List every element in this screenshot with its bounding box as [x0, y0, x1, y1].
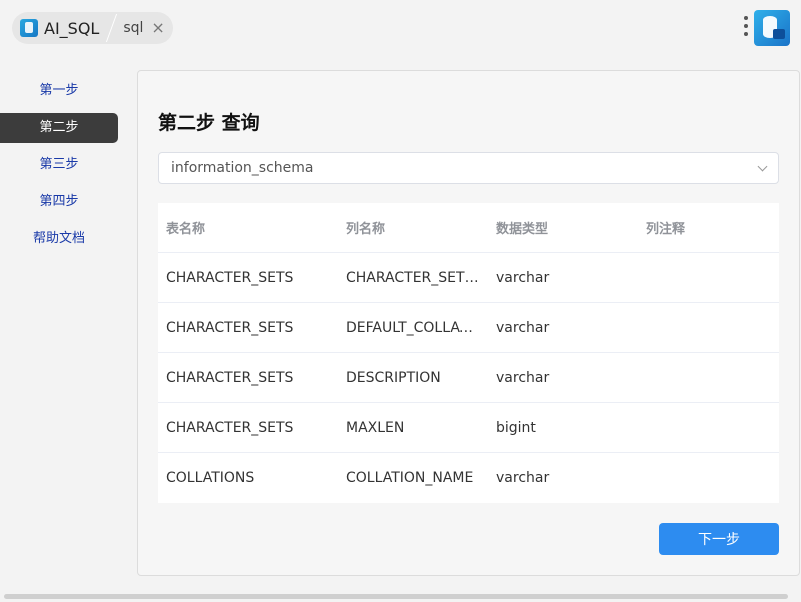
table-row[interactable]: CHARACTER_SETS MAXLEN bigint: [158, 403, 779, 453]
table-cell: varchar: [496, 369, 550, 386]
page-title: 第二步 查询: [158, 112, 260, 134]
main-panel: 第二步 查询 information_schema 表名称 列名称 数据类型 列…: [137, 70, 800, 576]
table-cell: DESCRIPTION: [346, 369, 441, 386]
sidebar-item-step-1[interactable]: 第一步: [0, 76, 118, 106]
table-row[interactable]: CHARACTER_SETS DEFAULT_COLLATE_NAME varc…: [158, 303, 779, 353]
table-row[interactable]: CHARACTER_SETS CHARACTER_SET_NAME varcha…: [158, 253, 779, 303]
breadcrumb-tab-label: sql: [123, 20, 144, 36]
table-cell: varchar: [496, 319, 550, 336]
sidebar-item-step-2[interactable]: 第二步: [0, 113, 118, 143]
close-icon[interactable]: ×: [151, 19, 164, 36]
table-cell: CHARACTER_SETS: [166, 269, 294, 286]
table-cell: COLLATION_NAME: [346, 470, 474, 486]
sidebar-item-step-3[interactable]: 第三步: [0, 150, 118, 180]
column-header-column-comment[interactable]: 列注释: [638, 218, 779, 237]
more-vertical-icon[interactable]: [742, 16, 750, 40]
table-cell: MAXLEN: [346, 419, 405, 436]
table-row[interactable]: COLLATIONS COLLATION_NAME varchar: [158, 453, 779, 503]
table-row[interactable]: CHARACTER_SETS DESCRIPTION varchar: [158, 353, 779, 403]
app-database-icon: [20, 19, 38, 37]
horizontal-scrollbar[interactable]: [4, 594, 788, 599]
breadcrumb: AI_SQL sql ×: [12, 12, 173, 44]
table-cell: CHARACTER_SET_NAME: [346, 269, 488, 286]
table-cell: varchar: [496, 470, 550, 486]
table-cell: CHARACTER_SETS: [166, 319, 294, 336]
column-header-column-name[interactable]: 列名称: [338, 218, 488, 237]
sidebar-item-step-4[interactable]: 第四步: [0, 187, 118, 217]
table-cell: DEFAULT_COLLATE_NAME: [346, 319, 488, 336]
table-cell: varchar: [496, 269, 550, 286]
column-header-table-name[interactable]: 表名称: [158, 218, 338, 237]
table-cell: bigint: [496, 419, 536, 436]
columns-table: 表名称 列名称 数据类型 列注释 CHARACTER_SETS CHARACTE…: [158, 203, 779, 503]
sidebar-item-help-docs[interactable]: 帮助文档: [0, 224, 118, 254]
column-header-data-type[interactable]: 数据类型: [488, 218, 638, 237]
database-select-value: information_schema: [171, 160, 314, 176]
table-cell: COLLATIONS: [166, 470, 255, 486]
breadcrumb-app[interactable]: AI_SQL: [20, 12, 105, 44]
app-logo-icon: [754, 10, 790, 46]
database-select[interactable]: information_schema: [158, 152, 779, 184]
breadcrumb-app-label: AI_SQL: [44, 18, 100, 38]
table-header-row: 表名称 列名称 数据类型 列注释: [158, 203, 779, 253]
table-cell: CHARACTER_SETS: [166, 369, 294, 386]
breadcrumb-tab-sql[interactable]: sql ×: [123, 12, 164, 44]
table-cell: CHARACTER_SETS: [166, 419, 294, 436]
chevron-down-icon: [757, 161, 768, 171]
next-step-button[interactable]: 下一步: [659, 523, 779, 555]
breadcrumb-separator: [105, 12, 119, 44]
top-bar: AI_SQL sql ×: [0, 0, 801, 56]
sidebar: 第一步 第二步 第三步 第四步 帮助文档: [0, 76, 118, 261]
